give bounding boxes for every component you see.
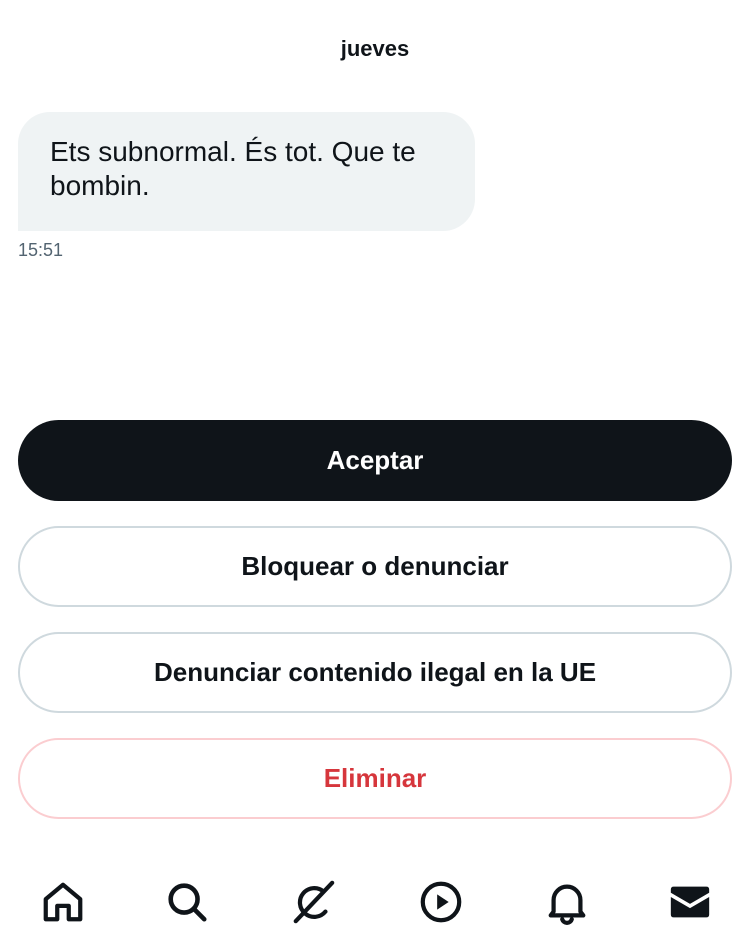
home-icon [43, 882, 83, 922]
nav-grok[interactable] [287, 876, 339, 928]
nav-search[interactable] [161, 876, 213, 928]
accept-button-label: Aceptar [326, 445, 424, 475]
play-icon [420, 881, 462, 923]
delete-button-label: Eliminar [323, 763, 427, 793]
accept-button[interactable]: Aceptar [18, 420, 732, 501]
report-illegal-content-label: Denunciar contenido ilegal en la UE [153, 657, 597, 687]
message-text: Ets subnormal. És tot. Que te bombin. [50, 136, 416, 201]
nav-messages[interactable] [664, 876, 716, 928]
search-icon [168, 883, 207, 922]
delete-button[interactable]: Eliminar [18, 738, 732, 819]
mail-icon [670, 886, 710, 918]
message-bubble[interactable]: Ets subnormal. És tot. Que te bombin. [18, 112, 475, 231]
block-or-report-button[interactable]: Bloquear o denunciar [18, 526, 732, 607]
message-timestamp: 15:51 [18, 240, 64, 260]
nav-home[interactable] [37, 876, 89, 928]
report-illegal-content-button[interactable]: Denunciar contenido ilegal en la UE [18, 632, 732, 713]
bell-icon [548, 884, 586, 925]
bottom-nav [0, 870, 750, 934]
day-header: jueves [340, 36, 410, 61]
grok-icon [293, 880, 335, 924]
block-or-report-label: Bloquear o denunciar [241, 551, 509, 581]
nav-notifications[interactable] [541, 876, 593, 928]
nav-video[interactable] [415, 876, 467, 928]
